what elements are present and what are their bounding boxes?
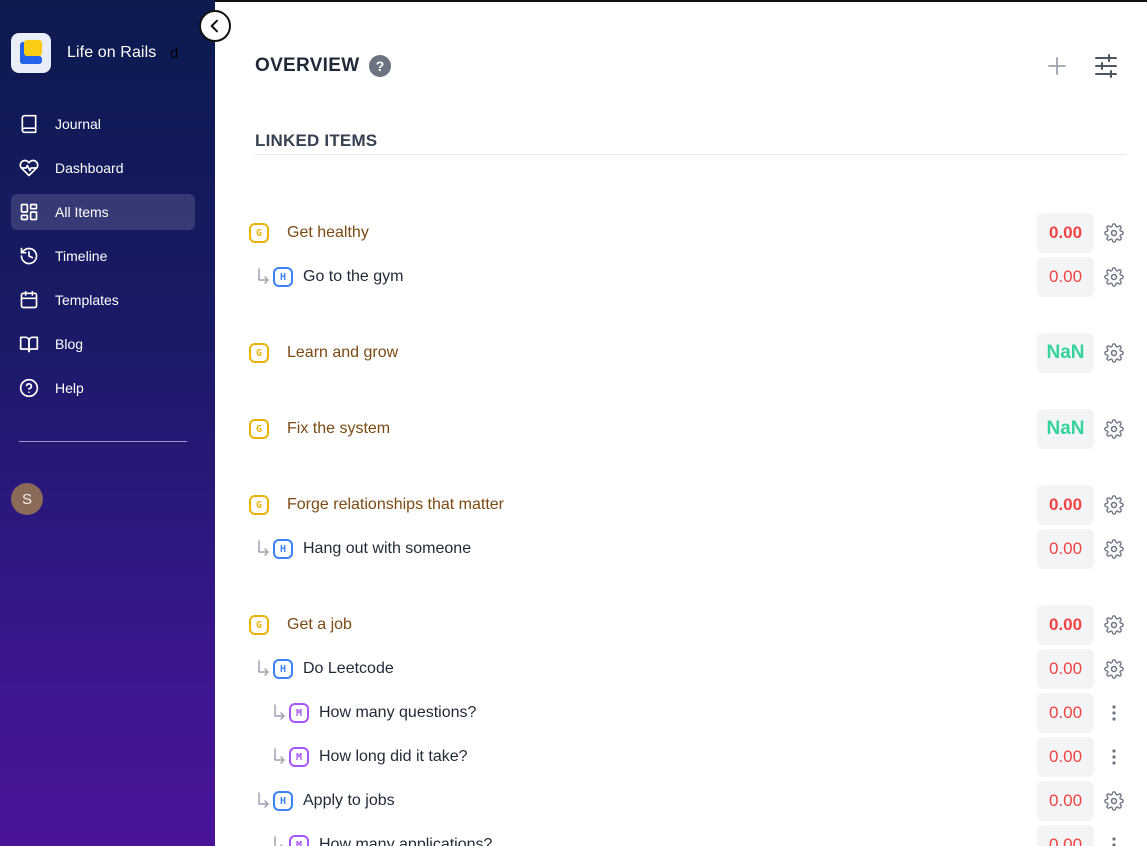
sidebar-item-label: Dashboard (55, 160, 124, 176)
add-item-button[interactable] (1046, 55, 1068, 77)
list-item[interactable]: H Do Leetcode 0.00 (0, 649, 1147, 689)
item-label[interactable]: Get a job (287, 616, 352, 634)
item-value[interactable]: 0.00 (1037, 825, 1094, 846)
book-icon (21, 114, 37, 134)
item-value[interactable]: 0.00 (1037, 781, 1094, 821)
heart-pulse-icon (19, 159, 39, 177)
goal-badge: G (249, 615, 269, 635)
item-value[interactable]: 0.00 (1037, 529, 1094, 569)
child-arrow-icon (274, 836, 284, 846)
item-value[interactable]: 0.00 (1037, 693, 1094, 733)
list-item[interactable]: M How many questions? 0.00 (0, 693, 1147, 733)
gear-icon[interactable] (1104, 343, 1124, 363)
child-arrow-icon (274, 748, 285, 764)
sidebar-item-label: Help (55, 380, 84, 396)
question-circle-icon (19, 378, 39, 398)
item-label[interactable]: Go to the gym (303, 268, 404, 286)
more-vertical-icon[interactable] (1110, 835, 1118, 846)
sidebar-item-dashboard[interactable]: Dashboard (11, 150, 195, 186)
child-arrow-icon (258, 660, 269, 676)
item-label[interactable]: Hang out with someone (303, 540, 471, 558)
item-value[interactable]: NaN (1037, 333, 1094, 373)
list-item[interactable]: G Fix the system NaN (0, 409, 1147, 449)
child-arrow-icon (258, 268, 269, 284)
brand-name: Life on Rails (67, 44, 157, 61)
more-vertical-icon[interactable] (1110, 747, 1118, 767)
metric-badge: M (289, 747, 309, 767)
item-label[interactable]: Get healthy (287, 224, 369, 242)
list-item[interactable]: G Get a job 0.00 (0, 605, 1147, 645)
habit-badge: H (273, 791, 293, 811)
item-label[interactable]: How long did it take? (319, 748, 468, 766)
collapse-sidebar-button[interactable] (199, 10, 231, 42)
list-item[interactable]: G Forge relationships that matter 0.00 (0, 485, 1147, 525)
brand[interactable]: Life on Rails (11, 33, 156, 73)
section-divider (255, 154, 1126, 155)
gear-icon[interactable] (1104, 267, 1124, 287)
item-label[interactable]: Forge relationships that matter (287, 496, 504, 514)
item-label[interactable]: How many applications? (319, 836, 492, 846)
plus-icon (1048, 57, 1066, 75)
item-label[interactable]: Do Leetcode (303, 660, 394, 678)
top-border (215, 0, 1147, 2)
item-value[interactable]: 0.00 (1037, 213, 1094, 253)
item-label[interactable]: How many questions? (319, 704, 476, 722)
list-item[interactable]: H Hang out with someone 0.00 (0, 529, 1147, 569)
more-vertical-icon[interactable] (1110, 703, 1118, 723)
help-badge[interactable]: ? (369, 55, 391, 77)
item-value[interactable]: 0.00 (1037, 737, 1094, 777)
gear-icon[interactable] (1104, 419, 1124, 439)
goal-badge: G (249, 223, 269, 243)
list-item[interactable]: M How long did it take? 0.00 (0, 737, 1147, 777)
habit-badge: H (273, 659, 293, 679)
sidebar-item-journal[interactable]: Journal (11, 106, 195, 142)
filter-settings-button[interactable] (1094, 53, 1118, 79)
chevron-left-icon (210, 19, 218, 33)
goal-badge: G (249, 495, 269, 515)
page-title: OVERVIEW (255, 55, 360, 76)
child-arrow-icon (258, 792, 269, 808)
item-label[interactable]: Fix the system (287, 420, 390, 438)
child-arrow-icon (258, 540, 269, 556)
metric-badge: M (289, 703, 309, 723)
sidebar-item-help[interactable]: Help (11, 370, 195, 406)
metric-badge: M (289, 835, 309, 846)
list-item[interactable]: H Apply to jobs 0.00 (0, 781, 1147, 821)
item-label[interactable]: Apply to jobs (303, 792, 395, 810)
item-value[interactable]: 0.00 (1037, 605, 1094, 645)
item-value[interactable]: 0.00 (1037, 649, 1094, 689)
section-title: LINKED ITEMS (255, 131, 378, 150)
item-value[interactable]: NaN (1037, 409, 1094, 449)
gear-icon[interactable] (1104, 615, 1124, 635)
item-label[interactable]: Learn and grow (287, 344, 398, 362)
gear-icon[interactable] (1104, 791, 1124, 811)
item-value[interactable]: 0.00 (1037, 257, 1094, 297)
gear-icon[interactable] (1104, 223, 1124, 243)
gear-icon[interactable] (1104, 659, 1124, 679)
gear-icon[interactable] (1104, 495, 1124, 515)
gear-icon[interactable] (1104, 539, 1124, 559)
goal-badge: G (249, 343, 269, 363)
list-item[interactable]: G Learn and grow NaN (0, 333, 1147, 373)
list-item[interactable]: G Get healthy 0.00 (0, 213, 1147, 253)
sidebar-item-label: Journal (55, 116, 101, 132)
goal-badge: G (249, 419, 269, 439)
brand-overflow-text: d (170, 45, 179, 62)
list-item[interactable]: M How many applications? 0.00 (0, 825, 1147, 846)
app-logo (11, 33, 51, 73)
child-arrow-icon (274, 704, 285, 720)
sliders-icon (1095, 54, 1117, 78)
list-item[interactable]: H Go to the gym 0.00 (0, 257, 1147, 297)
item-value[interactable]: 0.00 (1037, 485, 1094, 525)
habit-badge: H (273, 267, 293, 287)
habit-badge: H (273, 539, 293, 559)
